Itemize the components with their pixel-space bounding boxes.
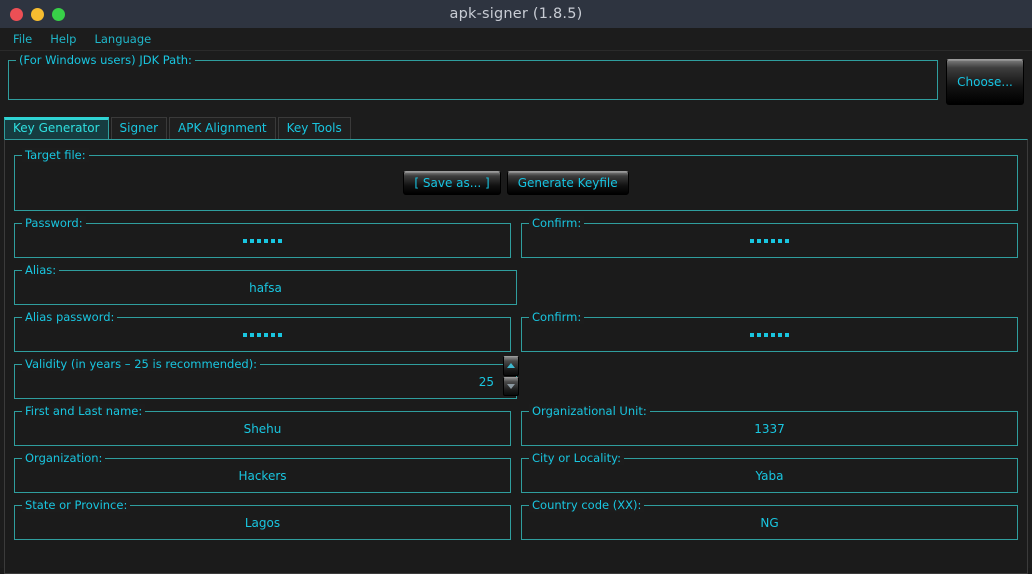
name-row: First and Last name: Organizational Unit…: [14, 404, 1018, 446]
first-last-name-label: First and Last name:: [22, 404, 146, 418]
window-controls: [10, 0, 65, 28]
state-or-province-group: State or Province:: [14, 498, 511, 540]
city-or-locality-label: City or Locality:: [529, 451, 624, 465]
validity-label: Validity (in years – 25 is recommended):: [22, 357, 261, 371]
jdk-path-input[interactable]: [9, 61, 941, 101]
organization-row: Organization: City or Locality:: [14, 451, 1018, 493]
target-file-group: Target file: [ Save as... ] Generate Key…: [14, 148, 1018, 211]
tab-key-generator[interactable]: Key Generator: [4, 117, 109, 139]
menu-bar: File Help Language: [0, 28, 1032, 51]
maximize-window-icon[interactable]: [52, 7, 65, 21]
password-input[interactable]: [15, 224, 510, 257]
alias-row-spacer: [527, 270, 1018, 305]
target-file-label: Target file:: [22, 148, 89, 162]
password-row: Password: Confirm:: [14, 216, 1018, 258]
password-label: Password:: [22, 216, 86, 230]
menu-item-help[interactable]: Help: [43, 30, 83, 48]
organizational-unit-label: Organizational Unit:: [529, 404, 650, 418]
tab-bar: Key Generator Signer APK Alignment Key T…: [0, 116, 1032, 139]
country-code-label: Country code (XX):: [529, 498, 645, 512]
organization-group: Organization:: [14, 451, 511, 493]
menu-item-language[interactable]: Language: [87, 30, 158, 48]
tab-signer[interactable]: Signer: [110, 117, 168, 139]
validity-increment-button[interactable]: [503, 356, 519, 376]
state-or-province-label: State or Province:: [22, 498, 131, 512]
application-window: apk-signer (1.8.5) File Help Language (F…: [0, 0, 1032, 574]
country-code-group: Country code (XX):: [521, 498, 1018, 540]
alias-group: Alias:: [14, 263, 517, 305]
jdk-path-row: (For Windows users) JDK Path: Choose...: [0, 51, 1032, 105]
jdk-path-group: (For Windows users) JDK Path:: [8, 53, 941, 101]
title-bar: apk-signer (1.8.5): [0, 0, 1032, 28]
validity-value[interactable]: 25: [479, 365, 494, 398]
alias-password-label: Alias password:: [22, 310, 118, 324]
alias-password-row: Alias password: Confirm:: [14, 310, 1018, 352]
jdk-path-label: (For Windows users) JDK Path:: [16, 53, 195, 67]
chevron-down-icon: [507, 383, 515, 389]
alias-password-confirm-label: Confirm:: [529, 310, 585, 324]
first-last-name-group: First and Last name:: [14, 404, 511, 446]
tab-key-tools[interactable]: Key Tools: [277, 117, 351, 139]
alias-password-confirm-group: Confirm:: [521, 310, 1018, 352]
chevron-up-icon: [507, 363, 515, 369]
key-generator-panel: Target file: [ Save as... ] Generate Key…: [4, 139, 1028, 574]
alias-password-group: Alias password:: [14, 310, 511, 352]
validity-row-spacer: [527, 364, 1018, 399]
state-row: State or Province: Country code (XX):: [14, 498, 1018, 540]
organization-label: Organization:: [22, 451, 106, 465]
organizational-unit-group: Organizational Unit:: [521, 404, 1018, 446]
password-confirm-input[interactable]: [522, 224, 1017, 257]
tab-apk-alignment[interactable]: APK Alignment: [169, 117, 276, 139]
password-confirm-group: Confirm:: [521, 216, 1018, 258]
minimize-window-icon[interactable]: [31, 7, 44, 21]
validity-decrement-button[interactable]: [503, 376, 519, 396]
alias-password-confirm-input[interactable]: [522, 318, 1017, 351]
password-confirm-label: Confirm:: [529, 216, 585, 230]
validity-group: Validity (in years – 25 is recommended):…: [14, 356, 519, 399]
window-title: apk-signer (1.8.5): [449, 6, 583, 22]
validity-stepper: [503, 356, 519, 396]
alias-input[interactable]: [15, 270, 516, 305]
choose-jdk-button[interactable]: Choose...: [946, 59, 1024, 105]
validity-row: Validity (in years – 25 is recommended):…: [14, 356, 1018, 399]
alias-label: Alias:: [22, 263, 60, 277]
close-window-icon[interactable]: [10, 7, 23, 21]
city-or-locality-group: City or Locality:: [521, 451, 1018, 493]
menu-item-file[interactable]: File: [6, 30, 39, 48]
alias-row: Alias:: [14, 263, 1018, 305]
password-group: Password:: [14, 216, 511, 258]
save-as-button[interactable]: [ Save as... ]: [403, 171, 501, 195]
generate-keyfile-button[interactable]: Generate Keyfile: [506, 171, 629, 195]
